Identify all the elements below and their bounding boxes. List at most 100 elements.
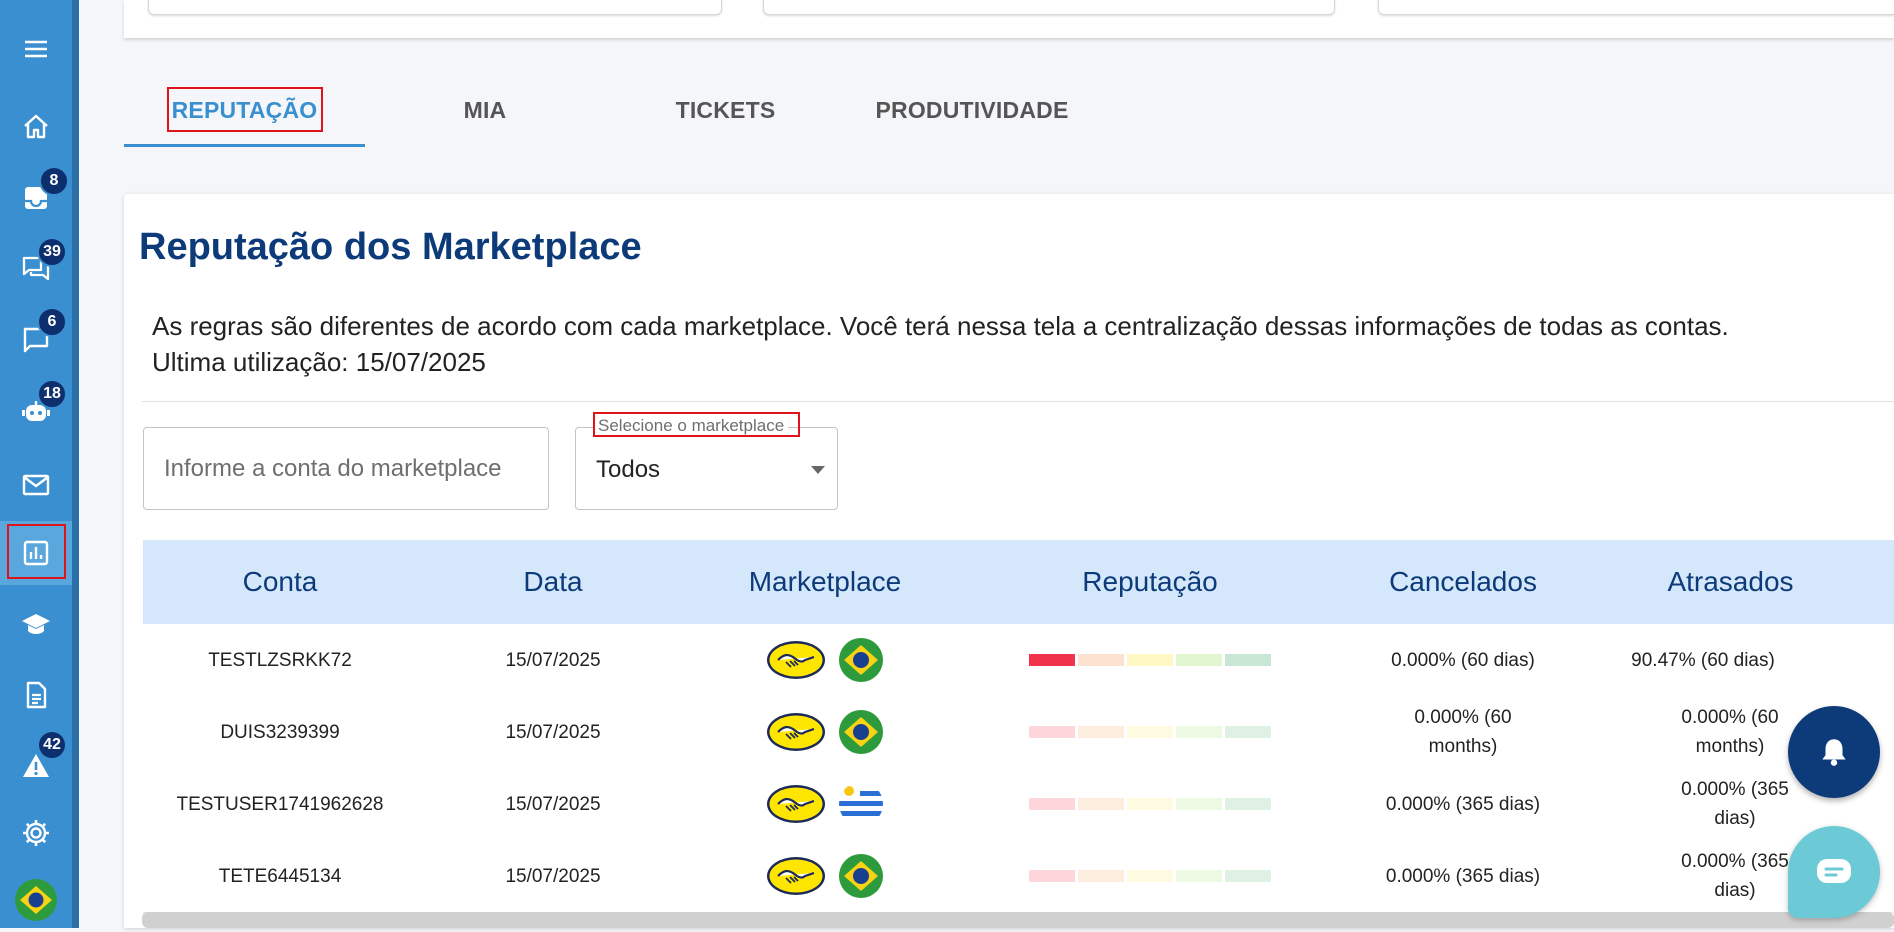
menu-button[interactable] xyxy=(0,17,72,81)
mercadolivre-icon xyxy=(767,785,825,823)
brazil-flag-icon xyxy=(839,854,883,898)
mercadolivre-icon xyxy=(767,713,825,751)
warning-badge: 42 xyxy=(37,730,67,760)
cell-reputacao xyxy=(961,768,1339,840)
cell-conta: TETE6445134 xyxy=(218,865,342,887)
reputation-panel: Reputação dos Marketplace As regras são … xyxy=(124,194,1894,928)
table-row[interactable]: TETE6445134 15/07/2025 0.000% (365 dias)… xyxy=(143,840,1894,913)
reputation-segment xyxy=(1127,870,1173,882)
cell-atrasados: 0.000% (365 dias) xyxy=(1681,779,1789,829)
summary-card xyxy=(1378,0,1894,15)
cell-data: 15/07/2025 xyxy=(505,721,601,743)
account-search-input[interactable] xyxy=(144,428,534,509)
menu-icon xyxy=(25,40,47,58)
cell-conta: DUIS3239399 xyxy=(220,721,340,743)
active-tab-indicator xyxy=(124,144,365,147)
cell-cancelados: 0.000% (365 dias) xyxy=(1385,865,1541,887)
tab-highlight xyxy=(167,87,323,132)
cell-cancelados: 0.000% (60 dias) xyxy=(1391,649,1535,671)
reputation-segment xyxy=(1078,870,1124,882)
cell-reputacao xyxy=(961,840,1339,912)
reports-highlight xyxy=(7,524,66,579)
select-label-highlight xyxy=(593,412,800,437)
sidebar-item-mail[interactable] xyxy=(0,453,72,517)
reputation-segment xyxy=(1029,870,1075,882)
reputation-segment xyxy=(1225,654,1271,666)
sidebar-scrollbar[interactable] xyxy=(72,0,79,928)
chevron-down-icon xyxy=(811,466,825,474)
reputation-segment xyxy=(1225,870,1271,882)
reputation-segment xyxy=(1176,654,1222,666)
cell-conta: TESTUSER1741962628 xyxy=(176,793,384,815)
page-title: Reputação dos Marketplace xyxy=(139,226,642,268)
notifications-button[interactable] xyxy=(1788,706,1880,798)
tab-tickets[interactable]: TICKETS xyxy=(605,80,846,140)
account-filter-field[interactable] xyxy=(143,427,549,510)
chat-bubble-icon xyxy=(1817,859,1851,883)
column-header-marketplace[interactable]: Marketplace xyxy=(689,540,961,624)
reputation-segment xyxy=(1225,798,1271,810)
bell-icon xyxy=(1822,739,1846,766)
top-summary-strip xyxy=(124,0,1894,38)
mercadolivre-icon xyxy=(767,857,825,895)
sidebar-item-home[interactable] xyxy=(0,95,72,159)
horizontal-scrollbar[interactable] xyxy=(142,912,1894,928)
reputation-bar xyxy=(1029,870,1271,882)
cell-marketplace xyxy=(689,696,961,768)
mail-icon xyxy=(22,474,50,496)
summary-card xyxy=(763,0,1335,15)
column-header-cancelados[interactable]: Cancelados xyxy=(1339,540,1587,624)
cell-atrasados: 0.000% (60 months) xyxy=(1681,707,1779,757)
reputation-segment xyxy=(1176,798,1222,810)
sidebar-item-document[interactable] xyxy=(0,663,72,727)
tab-mia[interactable]: MIA xyxy=(365,80,605,140)
sidebar-item-country[interactable] xyxy=(0,868,72,932)
last-usage-text: Ultima utilização: 15/07/2025 xyxy=(152,347,486,377)
cell-cancelados: 0.000% (60 months) xyxy=(1414,707,1512,757)
reputation-segment xyxy=(1225,726,1271,738)
document-icon xyxy=(26,681,47,709)
home-icon xyxy=(24,114,48,139)
reputation-bar xyxy=(1029,798,1271,810)
reputation-segment xyxy=(1029,726,1075,738)
column-header-conta[interactable]: Conta xyxy=(143,540,417,624)
column-header-reputacao[interactable]: Reputação xyxy=(961,540,1339,624)
marketplace-select-value: Todos xyxy=(596,456,661,483)
tab-produtividade[interactable]: PRODUTIVIDADE xyxy=(846,80,1098,140)
reputation-segment xyxy=(1029,654,1075,666)
table-row[interactable]: TESTUSER1741962628 15/07/2025 0.000% (36… xyxy=(143,768,1894,841)
reputation-segment xyxy=(1078,798,1124,810)
cell-data: 15/07/2025 xyxy=(505,865,601,887)
inbox-badge: 8 xyxy=(39,166,69,196)
column-header-data[interactable]: Data xyxy=(417,540,689,624)
reputation-segment xyxy=(1176,726,1222,738)
reputation-segment xyxy=(1078,654,1124,666)
cell-reputacao xyxy=(961,624,1339,696)
summary-card xyxy=(148,0,722,15)
cell-data: 15/07/2025 xyxy=(505,649,601,671)
cell-cancelados: 0.000% (365 dias) xyxy=(1385,793,1541,815)
reputation-segment xyxy=(1029,798,1075,810)
table-row[interactable]: TESTLZSRKK72 15/07/2025 0.000% (60 dias)… xyxy=(143,624,1894,697)
chat-widget-button[interactable] xyxy=(1788,826,1880,918)
message-badge: 6 xyxy=(37,307,67,337)
reputation-segment xyxy=(1127,726,1173,738)
cell-atrasados: 90.47% (60 dias) xyxy=(1631,649,1775,671)
reputation-segment xyxy=(1078,726,1124,738)
sidebar-item-training[interactable] xyxy=(0,592,72,656)
tab-bar: REPUTAÇÃO MIA TICKETS PRODUTIVIDADE xyxy=(124,80,1894,148)
reputation-segment xyxy=(1127,654,1173,666)
reputation-bar xyxy=(1029,654,1271,666)
reputation-segment xyxy=(1176,870,1222,882)
cell-marketplace xyxy=(689,840,961,912)
reputation-segment xyxy=(1127,798,1173,810)
cell-data: 15/07/2025 xyxy=(505,793,601,815)
marketplace-select[interactable]: Todos xyxy=(575,427,838,510)
table-row[interactable]: DUIS3239399 15/07/2025 0.000% (60 months… xyxy=(143,696,1894,769)
sidebar-item-settings[interactable] xyxy=(0,801,72,865)
column-header-atrasados[interactable]: Atrasados xyxy=(1587,540,1874,624)
uruguay-flag-icon xyxy=(839,782,883,826)
chat-badge: 39 xyxy=(37,237,67,267)
divider xyxy=(142,401,1894,402)
cell-reputacao xyxy=(961,696,1339,768)
